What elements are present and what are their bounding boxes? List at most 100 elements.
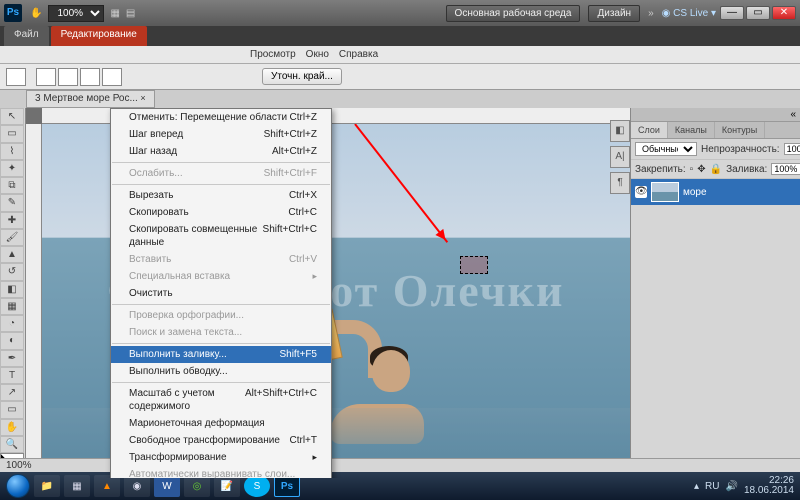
panel-history-icon[interactable]: ◧	[610, 120, 630, 142]
document-tab[interactable]: 3 Мертвое море Рос... ×	[26, 90, 155, 108]
start-button[interactable]	[6, 474, 30, 498]
mi-step-forward[interactable]: Шаг впередShift+Ctrl+Z	[111, 126, 331, 143]
tab-file[interactable]: Файл	[4, 26, 49, 46]
toolbox: ↖ ▭ ⌇ ✦ ⧉ ✎ ✚ 🖌 ▲ ↺ ◧ ▦ ◔ ◐ ✒ T ↗ ▭ ✋ 🔍	[0, 108, 26, 478]
right-panels: « Слои Каналы Контуры Обычные Непрозрачн…	[630, 108, 800, 478]
canvas-area: Фотошоп от Олечки Отменить: Перемещение …	[26, 108, 630, 478]
fill-input[interactable]	[771, 163, 800, 175]
stamp-tool[interactable]: ▲	[0, 246, 24, 263]
zoom-tool[interactable]: 🔍	[0, 436, 24, 453]
type-tool[interactable]: T	[0, 367, 24, 384]
tb-word-icon[interactable]: W	[154, 475, 180, 497]
tb-explorer-icon[interactable]: 📁	[34, 475, 60, 497]
layer-thumbnail[interactable]	[651, 182, 679, 202]
mi-copy-merged[interactable]: Скопировать совмещенные данныеShift+Ctrl…	[111, 221, 331, 251]
tab-layers[interactable]: Слои	[631, 122, 668, 138]
crop-tool[interactable]: ⧉	[0, 177, 24, 194]
app-tabs: Файл Редактирование	[0, 26, 800, 46]
tb-photoshop-icon[interactable]: Ps	[274, 475, 300, 497]
tb-chrome-icon[interactable]: ◉	[124, 475, 150, 497]
mi-free-transform[interactable]: Свободное трансформированиеCtrl+T	[111, 432, 331, 449]
refine-edge-button[interactable]: Уточн. край...	[262, 68, 342, 85]
menu-view[interactable]: Просмотр	[246, 48, 300, 61]
gradient-tool[interactable]: ▦	[0, 298, 24, 315]
minimize-button[interactable]: —	[720, 6, 744, 20]
pen-tool[interactable]: ✒	[0, 350, 24, 367]
workspace-design-button[interactable]: Дизайн	[588, 5, 640, 22]
eyedropper-tool[interactable]: ✎	[0, 194, 24, 211]
wand-tool[interactable]: ✦	[0, 160, 24, 177]
mi-fade: Ослабить...Shift+Ctrl+F	[111, 165, 331, 182]
mi-step-backward[interactable]: Шаг назадAlt+Ctrl+Z	[111, 143, 331, 160]
cslive-button[interactable]: ◉ CS Live ▾	[662, 8, 716, 19]
lasso-tool[interactable]: ⌇	[0, 143, 24, 160]
menubar: Просмотр Окно Справка	[0, 46, 800, 64]
mi-fill[interactable]: Выполнить заливку...Shift+F5	[111, 346, 331, 363]
mi-stroke[interactable]: Выполнить обводку...	[111, 363, 331, 380]
layer-name[interactable]: море	[683, 187, 707, 198]
marquee-tool[interactable]: ▭	[0, 125, 24, 142]
sel-int-icon[interactable]	[102, 68, 122, 86]
tray-clock[interactable]: 22:2618.06.2014	[744, 476, 794, 496]
tb-skype-icon[interactable]: S	[244, 475, 270, 497]
hand-icon[interactable]: ✋	[30, 8, 42, 19]
layer-row[interactable]: 👁 море	[631, 179, 800, 205]
mi-auto-align: Автоматически выравнивать слои...	[111, 466, 331, 478]
sel-add-icon[interactable]	[58, 68, 78, 86]
tray-lang[interactable]: RU	[705, 481, 719, 492]
mi-copy[interactable]: СкопироватьCtrl+C	[111, 204, 331, 221]
titlebar: Ps ✋ 100% ▦ ▤ Основная рабочая среда Диз…	[0, 0, 800, 26]
blend-mode-select[interactable]: Обычные	[635, 142, 697, 156]
tb-agent-icon[interactable]: ◎	[184, 475, 210, 497]
mi-paste-special: Специальная вставка▸	[111, 268, 331, 285]
status-zoom[interactable]: 100%	[6, 460, 32, 471]
mi-undo[interactable]: Отменить: Перемещение областиCtrl+Z	[111, 109, 331, 126]
menu-help[interactable]: Справка	[335, 48, 382, 61]
tb-vlc-icon[interactable]: ▲	[94, 475, 120, 497]
mi-transform[interactable]: Трансформирование▸	[111, 449, 331, 466]
sel-sub-icon[interactable]	[80, 68, 100, 86]
sel-new-icon[interactable]	[36, 68, 56, 86]
maximize-button[interactable]: ▭	[746, 6, 770, 20]
view-grid-icon[interactable]: ▦	[110, 8, 119, 19]
blur-tool[interactable]: ◔	[0, 315, 24, 332]
layer-visibility-icon[interactable]: 👁	[635, 186, 647, 198]
document-tabs: 3 Мертвое море Рос... ×	[0, 90, 800, 108]
tray-flag-icon[interactable]: 🔊	[725, 481, 737, 492]
shape-tool[interactable]: ▭	[0, 401, 24, 418]
mi-puppet-warp[interactable]: Марионеточная деформация	[111, 415, 331, 432]
mi-cut[interactable]: ВырезатьCtrl+X	[111, 187, 331, 204]
tool-preset-icon[interactable]	[6, 68, 26, 86]
move-tool[interactable]: ↖	[0, 108, 24, 125]
mi-content-aware-scale[interactable]: Масштаб с учетом содержимогоAlt+Shift+Ct…	[111, 385, 331, 415]
panel-character-icon[interactable]: A|	[610, 146, 630, 168]
heal-tool[interactable]: ✚	[0, 212, 24, 229]
lock-all-icon[interactable]: 🔒	[710, 164, 722, 175]
brush-tool[interactable]: 🖌	[0, 229, 24, 246]
lock-position-icon[interactable]: ✥	[697, 164, 705, 175]
tb-notes-icon[interactable]: 📝	[214, 475, 240, 497]
opacity-input[interactable]	[784, 143, 800, 155]
workspace-main-button[interactable]: Основная рабочая среда	[446, 5, 581, 22]
menu-window[interactable]: Окно	[302, 48, 333, 61]
zoom-select[interactable]: 100%	[48, 5, 104, 22]
eraser-tool[interactable]: ◧	[0, 281, 24, 298]
view-rulers-icon[interactable]: ▤	[126, 8, 135, 19]
tray-more-icon[interactable]: ▴	[694, 481, 699, 492]
tb-totalcmd-icon[interactable]: ▦	[64, 475, 90, 497]
lock-label: Закрепить:	[635, 164, 686, 175]
lock-pixels-icon[interactable]: ▫	[690, 164, 694, 175]
path-tool[interactable]: ↗	[0, 384, 24, 401]
workspace-more-icon[interactable]: »	[648, 8, 654, 19]
tab-paths[interactable]: Контуры	[715, 122, 765, 138]
ruler-vertical	[26, 124, 42, 478]
panel-paragraph-icon[interactable]: ¶	[610, 172, 630, 194]
dodge-tool[interactable]: ◐	[0, 332, 24, 349]
mi-clear[interactable]: Очистить	[111, 285, 331, 302]
panel-collapse-icon[interactable]: «	[631, 108, 800, 122]
tab-edit[interactable]: Редактирование	[51, 26, 147, 46]
close-button[interactable]: ✕	[772, 6, 796, 20]
tab-channels[interactable]: Каналы	[668, 122, 715, 138]
hand-tool[interactable]: ✋	[0, 419, 24, 436]
history-brush-tool[interactable]: ↺	[0, 263, 24, 280]
